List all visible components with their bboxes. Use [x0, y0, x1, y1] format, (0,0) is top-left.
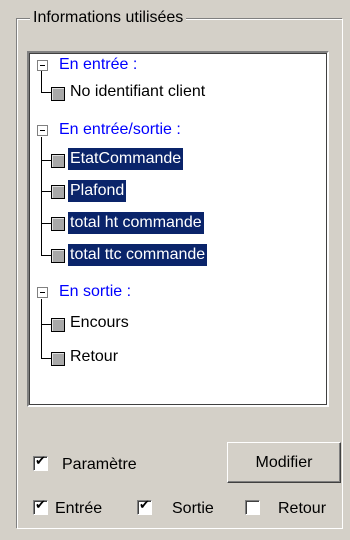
tree-group-output[interactable]: En sortie : — [59, 280, 131, 304]
field-icon — [51, 185, 65, 199]
tree-connector — [41, 324, 51, 325]
tree-item-etatcommande[interactable]: EtatCommande — [68, 148, 184, 170]
entree-checkbox[interactable] — [33, 498, 48, 515]
info-tree[interactable]: En entrée : No identifiant client En ent… — [27, 51, 329, 407]
sortie-checkbox[interactable] — [137, 498, 152, 515]
tree-connector — [41, 160, 51, 161]
tree-connector — [41, 223, 51, 224]
tree-connector — [41, 191, 51, 192]
tree-item-plafond[interactable]: Plafond — [68, 180, 127, 202]
modifier-button[interactable]: Modifier — [227, 442, 341, 483]
tree-item-retour[interactable]: Retour — [68, 346, 120, 368]
tree-connector — [41, 137, 42, 255]
retour-checkbox[interactable] — [245, 500, 260, 515]
collapse-minus-icon[interactable] — [37, 287, 48, 298]
tree-item-total-ht-commande[interactable]: total ht commande — [68, 212, 204, 234]
field-icon — [51, 154, 65, 168]
field-icon — [51, 352, 65, 366]
parametre-checkbox[interactable] — [33, 454, 48, 471]
field-icon — [51, 217, 65, 231]
tree-item-encours[interactable]: Encours — [68, 312, 131, 334]
tree-connector — [41, 358, 51, 359]
sortie-label: Sortie — [172, 500, 214, 517]
tree-group-input[interactable]: En entrée : — [59, 53, 137, 77]
groupbox-title: Informations utilisées — [30, 8, 187, 28]
collapse-minus-icon[interactable] — [37, 125, 48, 136]
field-icon — [51, 318, 65, 332]
tree-connector — [41, 92, 51, 93]
tree-connector — [41, 299, 42, 359]
tree-group-inout[interactable]: En entrée/sortie : — [59, 118, 181, 142]
field-icon — [51, 249, 65, 263]
tree-connector — [41, 71, 42, 92]
field-icon — [51, 87, 65, 101]
tree-item-total-ttc-commande[interactable]: total ttc commande — [68, 244, 208, 266]
parametre-label: Paramètre — [62, 456, 137, 473]
collapse-minus-icon[interactable] — [37, 60, 48, 71]
tree-item-no-identifiant-client[interactable]: No identifiant client — [68, 81, 207, 103]
tree-connector — [41, 255, 51, 256]
entree-label: Entrée — [55, 500, 103, 517]
retour-label: Retour — [278, 500, 327, 517]
